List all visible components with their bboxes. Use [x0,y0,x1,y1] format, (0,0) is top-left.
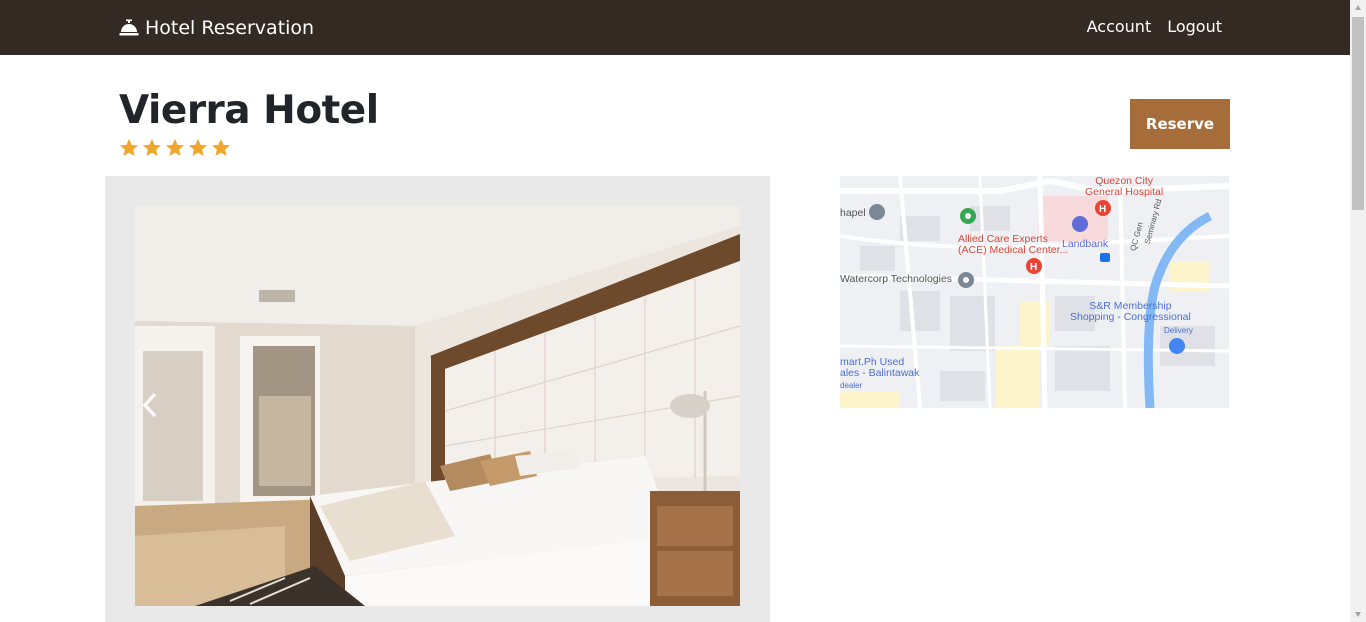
star-icon [189,139,207,156]
hotel-name: Vierra Hotel [119,88,379,133]
reserve-button[interactable]: Reserve [1130,99,1230,149]
top-navbar: Hotel Reservation Account Logout [0,0,1350,55]
svg-text:H: H [1030,262,1037,273]
map-label-medical: Allied Care Experts (ACE) Medical Center.… [958,233,1069,256]
star-icon [212,139,230,156]
map-label-landbank: Landbank [1062,238,1109,250]
map-label-mart: mart.Ph Used ales - Balintawak [840,356,920,379]
nav-account-link[interactable]: Account [1087,17,1152,36]
concierge-bell-icon [119,19,139,36]
brand-link[interactable]: Hotel Reservation [119,15,314,41]
map-label-snr: S&R Membership Shopping - Congressional [1070,300,1191,323]
star-icon [120,139,138,156]
map-label-dealer: dealer [840,381,863,390]
location-map[interactable]: H H Quezon City General Hospital hapel Al… [840,176,1229,408]
map-label-chapel: hapel [840,207,866,219]
star-icon [166,139,184,156]
map-label-delivery: Delivery [1164,326,1193,335]
hotel-room-photo [135,206,740,606]
map-label-hospital: Quezon City General Hospital [1085,176,1164,198]
brand-label: Hotel Reservation [145,17,315,39]
scroll-down-arrow-icon[interactable] [1354,610,1362,618]
star-rating [119,138,231,158]
chevron-left-icon[interactable] [139,390,161,420]
scroll-up-arrow-icon[interactable] [1354,4,1362,12]
map-label-watercorp: Watercorp Technologies [840,273,953,285]
nav-logout-link[interactable]: Logout [1167,17,1222,36]
photo-carousel [105,176,770,622]
svg-text:H: H [1099,204,1106,215]
scrollbar-thumb[interactable] [1352,17,1364,210]
nav-links: Account Logout [1087,17,1222,36]
star-icon [143,139,161,156]
page-scrollbar[interactable] [1350,0,1366,622]
